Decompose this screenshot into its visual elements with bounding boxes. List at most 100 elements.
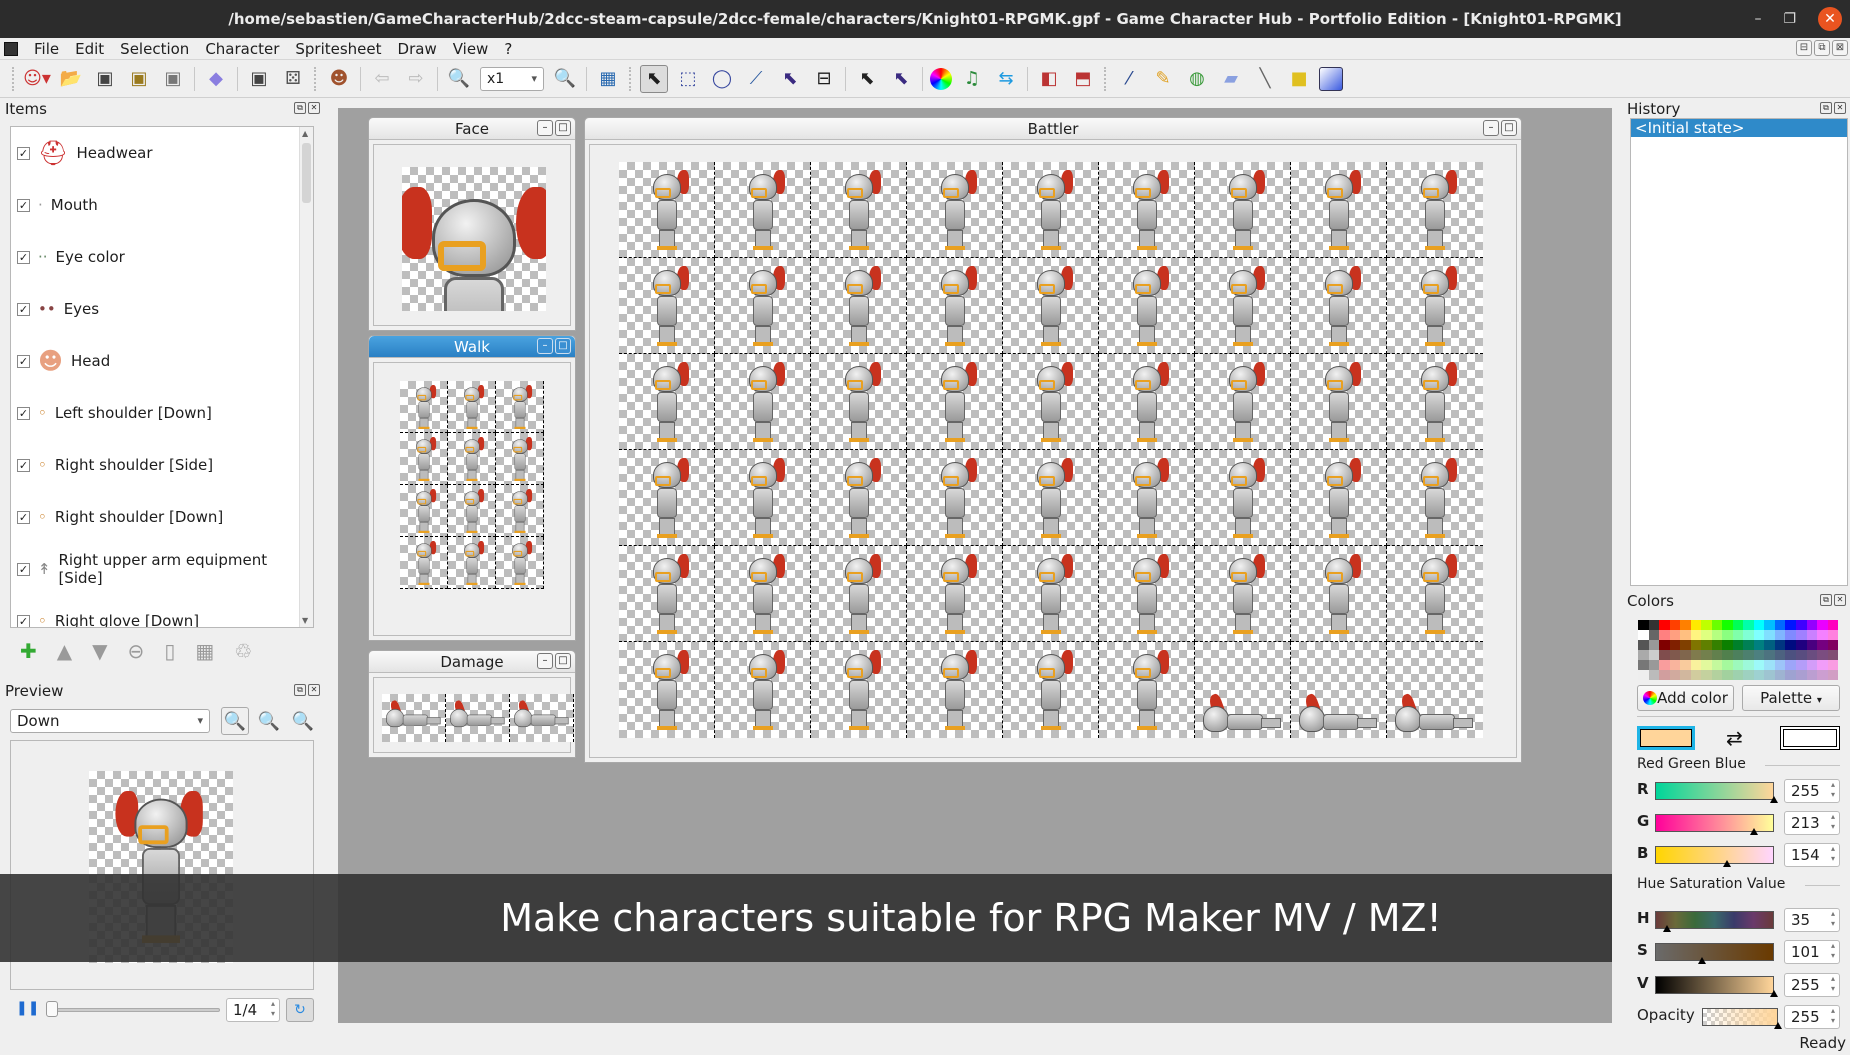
palette-swatch[interactable]: [1659, 650, 1670, 660]
palette-swatch[interactable]: [1701, 670, 1712, 680]
palette-swatch[interactable]: [1764, 630, 1775, 640]
primary-color-swatch[interactable]: [1637, 726, 1695, 750]
menu-view[interactable]: View: [445, 40, 497, 58]
channel-spinbox-s[interactable]: 101: [1784, 940, 1840, 964]
palette-swatch[interactable]: [1827, 670, 1839, 680]
item-checkbox[interactable]: ✓: [17, 458, 30, 472]
randomize-icon[interactable]: ⚄: [279, 65, 307, 93]
palette-swatch[interactable]: [1648, 640, 1660, 650]
palette-swatch[interactable]: [1817, 670, 1828, 680]
menu-character[interactable]: Character: [197, 40, 287, 58]
items-scrollbar[interactable]: ▲ ▼: [299, 127, 313, 627]
palette-swatch[interactable]: [1669, 650, 1681, 660]
history-entry[interactable]: <Initial state>: [1631, 119, 1847, 137]
palette-swatch[interactable]: [1680, 660, 1691, 670]
palette-swatch[interactable]: [1732, 620, 1744, 630]
palette-swatch[interactable]: [1817, 650, 1828, 660]
palette-swatch[interactable]: [1785, 640, 1796, 650]
add-item-icon[interactable]: ✚: [20, 639, 37, 663]
channel-slider-r[interactable]: [1655, 782, 1774, 800]
maximize-icon[interactable]: □: [1501, 120, 1517, 136]
palette-swatch[interactable]: [1753, 630, 1765, 640]
channel-marker[interactable]: [1770, 796, 1778, 803]
palette-swatch[interactable]: [1669, 630, 1681, 640]
palette-swatch[interactable]: [1638, 620, 1649, 630]
save-all-icon[interactable]: ▣: [159, 65, 187, 93]
palette-swatch[interactable]: [1795, 620, 1807, 630]
recolor-icon[interactable]: ♫: [958, 65, 986, 93]
color-wheel-icon[interactable]: [930, 67, 952, 90]
rect-select-icon[interactable]: ⬚: [674, 65, 702, 93]
magic-wand-icon[interactable]: ⟋: [742, 65, 770, 93]
flip-v-icon[interactable]: ⬒: [1069, 65, 1097, 93]
palette-swatch[interactable]: [1774, 620, 1786, 630]
eraser-icon[interactable]: ▰: [1217, 65, 1245, 93]
palette-swatch[interactable]: [1659, 670, 1670, 680]
item-checkbox[interactable]: ✓: [17, 250, 30, 264]
palette-swatch[interactable]: [1680, 620, 1691, 630]
swap-icon[interactable]: ⇆: [992, 65, 1020, 93]
pencil-icon[interactable]: ✎: [1149, 65, 1177, 93]
palette-swatch[interactable]: [1701, 630, 1712, 640]
close-icon[interactable]: ✕: [1834, 102, 1846, 114]
float-icon[interactable]: ⧉: [294, 684, 306, 696]
palette-swatch[interactable]: [1732, 650, 1744, 660]
palette-swatch[interactable]: [1690, 650, 1702, 660]
pause-button[interactable]: ❚❚: [16, 1000, 39, 1016]
palette-swatch[interactable]: [1795, 660, 1807, 670]
channel-marker[interactable]: [1698, 957, 1707, 964]
battler-spritesheet[interactable]: [619, 162, 1483, 738]
channel-marker[interactable]: [1774, 1022, 1782, 1029]
palette-swatch[interactable]: [1764, 650, 1775, 660]
eyedropper-icon[interactable]: ⁄: [1115, 65, 1143, 93]
palette-swatch[interactable]: [1753, 640, 1765, 650]
palette-swatch[interactable]: [1764, 670, 1775, 680]
palette-swatch[interactable]: [1743, 650, 1754, 660]
loop-icon[interactable]: ↻: [286, 998, 314, 1022]
item-checkbox[interactable]: ✓: [17, 406, 30, 420]
palette-swatch[interactable]: [1795, 640, 1807, 650]
float-icon[interactable]: ⧉: [1820, 102, 1832, 114]
frame-spinbox[interactable]: 1/4: [226, 998, 280, 1022]
float-icon[interactable]: ⧉: [294, 102, 306, 114]
minimize-button[interactable]: –: [1754, 0, 1761, 38]
item-row[interactable]: ✓ ◦ Right shoulder [Side]: [11, 439, 313, 491]
app-icon[interactable]: [4, 41, 18, 56]
zoom-in-icon[interactable]: 🔍: [551, 65, 579, 93]
palette-swatch[interactable]: [1690, 630, 1702, 640]
palette-swatch[interactable]: [1785, 660, 1796, 670]
move-up-icon[interactable]: ▲: [57, 639, 72, 663]
add-character-icon[interactable]: ☻: [325, 65, 353, 93]
item-row[interactable]: ✓ ◦ Right shoulder [Down]: [11, 491, 313, 543]
palette-swatch[interactable]: [1690, 660, 1702, 670]
menu-draw[interactable]: Draw: [390, 40, 445, 58]
palette-swatch[interactable]: [1774, 660, 1786, 670]
palette-swatch[interactable]: [1669, 640, 1681, 650]
item-checkbox[interactable]: ✓: [17, 302, 30, 316]
minimize-icon[interactable]: –: [1483, 120, 1499, 136]
palette-swatch[interactable]: [1711, 630, 1723, 640]
palette-swatch[interactable]: [1711, 660, 1723, 670]
close-icon[interactable]: ✕: [1834, 594, 1846, 606]
palette-swatch[interactable]: [1785, 620, 1796, 630]
channel-slider-v[interactable]: [1655, 976, 1774, 994]
item-row[interactable]: ✓ ☻ Head: [11, 335, 313, 387]
palette-swatch[interactable]: [1701, 650, 1712, 660]
palette-swatch[interactable]: [1774, 670, 1786, 680]
save-as-icon[interactable]: ▣: [125, 65, 153, 93]
zoom-out-icon[interactable]: 🔍: [289, 707, 317, 735]
palette-swatch[interactable]: [1722, 650, 1733, 660]
cursor-cell-alt-icon[interactable]: ⬉: [887, 65, 915, 93]
channel-spinbox-v[interactable]: 255: [1784, 973, 1840, 997]
channel-slider-h[interactable]: [1655, 911, 1774, 929]
item-checkbox[interactable]: ✓: [17, 198, 30, 212]
palette-swatch[interactable]: [1711, 670, 1723, 680]
maximize-icon[interactable]: □: [555, 338, 571, 354]
palette-swatch[interactable]: [1774, 640, 1786, 650]
channel-slider-opacity[interactable]: [1702, 1008, 1778, 1026]
channel-spinbox-b[interactable]: 154: [1784, 843, 1840, 867]
menu-file[interactable]: File: [26, 40, 67, 58]
palette-swatch[interactable]: [1732, 670, 1744, 680]
mdi-minimize-button[interactable]: ⊟: [1796, 40, 1812, 56]
float-icon[interactable]: ⧉: [1820, 594, 1832, 606]
